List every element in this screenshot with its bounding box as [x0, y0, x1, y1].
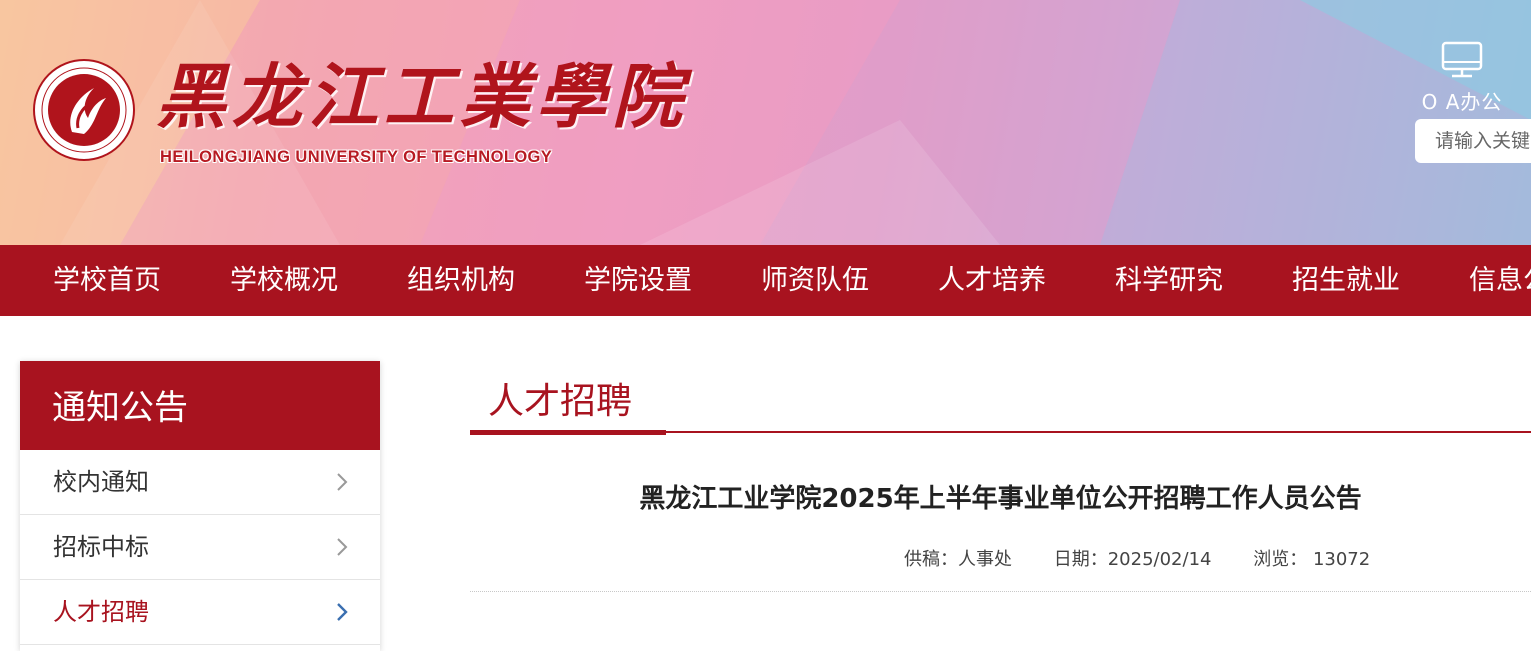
monitor-icon: [1441, 41, 1483, 78]
sidebar-item-recruitment[interactable]: 人才招聘: [20, 580, 380, 645]
article-source: 供稿：人事处: [904, 549, 1012, 570]
sidebar-item-label: 人才招聘: [53, 598, 149, 626]
nav-item-overview[interactable]: 学校概况: [230, 245, 338, 316]
site-header: 黑龙江工業學院 HEILONGJIANG UNIVERSITY OF TECHN…: [0, 0, 1531, 245]
logo-english-name: HEILONGJIANG UNIVERSITY OF TECHNOLOGY: [160, 148, 553, 166]
article-title: 黑龙江工业学院2025年上半年事业单位公开招聘工作人员公告: [639, 484, 1362, 514]
nav-item-colleges[interactable]: 学院设置: [584, 245, 692, 316]
nav-item-education[interactable]: 人才培养: [938, 245, 1046, 316]
logo-chinese-name: 黑龙江工業學院: [156, 55, 688, 138]
chevron-right-icon: [337, 538, 348, 556]
sidebar-item-campus-notices[interactable]: 校内通知: [20, 450, 380, 515]
main-navigation: 学校首页 学校概况 组织机构 学院设置 师资队伍 人才培养 科学研究 招生就业 …: [0, 245, 1531, 316]
article-meta: 供稿：人事处 日期：2025/02/14 浏览： 13072: [904, 545, 1406, 571]
university-seal-logo[interactable]: [32, 58, 136, 162]
title-underline-accent: [470, 430, 666, 435]
chevron-right-icon: [337, 603, 348, 621]
article-views: 浏览： 13072: [1253, 549, 1371, 570]
nav-item-organization[interactable]: 组织机构: [407, 245, 515, 316]
chevron-right-icon: [337, 473, 348, 491]
article-date: 日期：2025/02/14: [1053, 549, 1212, 570]
oa-office-link[interactable]: O A办公: [1412, 40, 1512, 115]
sidebar-title: 通知公告: [20, 361, 380, 450]
section-title: 人才招聘: [488, 381, 633, 422]
nav-item-home[interactable]: 学校首页: [53, 245, 161, 316]
sidebar: 通知公告 校内通知 招标中标 人才招聘: [20, 361, 380, 651]
nav-item-research[interactable]: 科学研究: [1115, 245, 1223, 316]
nav-item-faculty[interactable]: 师资队伍: [761, 245, 869, 316]
sidebar-item-label: 校内通知: [53, 468, 149, 496]
oa-label: O A办公: [1421, 90, 1503, 114]
nav-item-info[interactable]: 信息公: [1469, 245, 1531, 316]
search-input[interactable]: 请输入关键: [1415, 119, 1531, 163]
sidebar-item-label: 招标中标: [53, 533, 149, 561]
nav-item-admissions[interactable]: 招生就业: [1292, 245, 1400, 316]
sidebar-item-bidding[interactable]: 招标中标: [20, 515, 380, 580]
meta-divider: [470, 591, 1531, 592]
